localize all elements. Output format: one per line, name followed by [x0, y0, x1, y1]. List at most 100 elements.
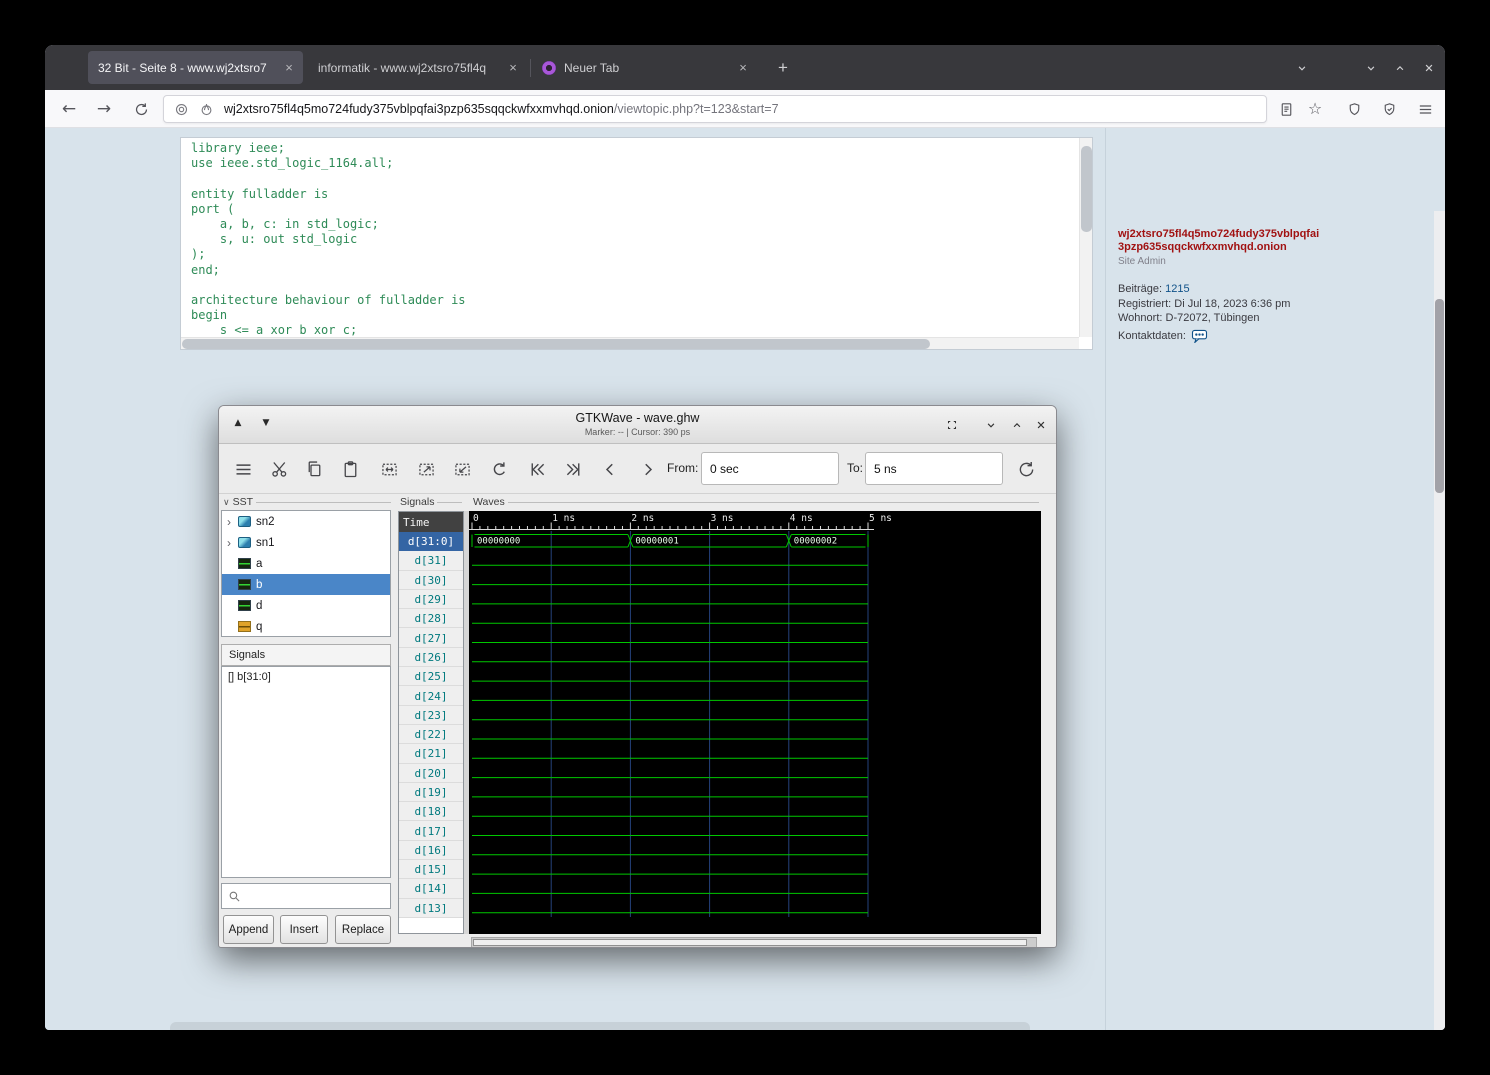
copy-icon[interactable] [300, 456, 328, 482]
signal-row[interactable]: d[22] [399, 725, 463, 744]
scrollbar-thumb[interactable] [473, 939, 1027, 946]
sst-search-box[interactable] [221, 883, 391, 909]
window-maximize-icon[interactable] [1389, 57, 1411, 79]
signal-row[interactable]: d[21] [399, 744, 463, 763]
shift-right-icon[interactable] [633, 456, 661, 482]
signal-row[interactable]: d[23] [399, 706, 463, 725]
window-minimize-icon[interactable] [979, 413, 1003, 437]
select-all-link[interactable]: ALLES AUSWÄHLEN [216, 128, 316, 130]
collapse-chevron-icon[interactable]: ∨ [223, 497, 230, 508]
from-input[interactable] [701, 452, 839, 485]
tab-close-icon[interactable]: × [735, 60, 751, 75]
signal-row[interactable]: d[16] [399, 841, 463, 860]
tab-3[interactable]: Neuer Tab × [532, 51, 757, 84]
posts-count-link[interactable]: 1215 [1165, 283, 1189, 295]
append-button[interactable]: Append [223, 915, 274, 944]
scrollbar-thumb[interactable] [182, 339, 930, 349]
scrollbar-thumb[interactable] [1081, 146, 1092, 232]
page-scrollbar[interactable] [1434, 211, 1445, 1030]
cut-icon[interactable] [265, 456, 293, 482]
code-horizontal-scrollbar[interactable] [181, 337, 1079, 349]
insert-button[interactable]: Insert [280, 915, 328, 944]
shift-left-icon[interactable] [596, 456, 624, 482]
zoom-fit-icon[interactable] [375, 456, 403, 482]
signal-row[interactable]: d[14] [399, 879, 463, 898]
window-maximize-icon[interactable] [1005, 413, 1029, 437]
code-block: library ieee; use ieee.std_logic_1164.al… [191, 141, 1076, 336]
window-close-icon[interactable] [1029, 413, 1053, 437]
tab-title: informatik - www.wj2xtsro75fl4q [318, 61, 501, 75]
sst-tree-item-a[interactable]: a [222, 553, 390, 574]
menu-icon[interactable] [1411, 95, 1439, 123]
signal-row-bus[interactable]: d[31:0] [399, 532, 463, 551]
fetch-end-icon[interactable] [559, 456, 587, 482]
signal-row[interactable]: d[25] [399, 667, 463, 686]
poster-name[interactable]: wj2xtsro75fl4q5mo724fudy375vblpqfai3pzp6… [1118, 228, 1338, 253]
sst-search-input[interactable] [245, 890, 375, 902]
gtkwave-titlebar[interactable]: ▲ ▼ GTKWave - wave.ghw Marker: -- | Curs… [219, 406, 1056, 444]
onion-icon[interactable] [199, 102, 214, 117]
sst-signal-item[interactable]: [] b[31:0] [222, 667, 390, 683]
tab-close-icon[interactable]: × [281, 60, 297, 75]
sst-tree-item-d[interactable]: d [222, 595, 390, 616]
tree-item-label: b [256, 579, 262, 591]
zoom-undo-icon[interactable] [485, 456, 513, 482]
waves-canvas[interactable]: 01 ns2 ns3 ns4 ns5 ns0000000000000001000… [469, 511, 1041, 934]
signal-row[interactable]: d[30] [399, 571, 463, 590]
signal-row[interactable]: d[27] [399, 628, 463, 647]
expander-icon[interactable]: › [227, 516, 238, 528]
contact-row: Kontaktdaten: [1118, 329, 1338, 343]
new-tab-button[interactable]: + [772, 57, 794, 79]
reload-icon[interactable] [1012, 456, 1040, 482]
signal-row[interactable]: d[28] [399, 609, 463, 628]
signal-row[interactable]: d[13] [399, 899, 463, 918]
reload-icon[interactable] [127, 95, 155, 123]
signal-row[interactable]: d[29] [399, 590, 463, 609]
tree-item-label: d [256, 600, 262, 612]
replace-button[interactable]: Replace [335, 915, 391, 944]
tab-2[interactable]: informatik - www.wj2xtsro75fl4q × [308, 51, 527, 84]
signal-row[interactable]: d[19] [399, 783, 463, 802]
signal-row[interactable]: d[24] [399, 686, 463, 705]
message-bubble-icon[interactable] [1191, 329, 1208, 343]
sst-tree-item-q[interactable]: q [222, 616, 390, 637]
code-box: library ieee; use ieee.std_logic_1164.al… [180, 137, 1093, 350]
sst-tree-item-b[interactable]: b [222, 574, 390, 595]
tab-title: 32 Bit - Seite 8 - www.wj2xtsro7 [98, 61, 277, 75]
expander-icon[interactable]: › [227, 537, 238, 549]
tab-title: Neuer Tab [564, 61, 731, 75]
zoom-out-icon[interactable] [448, 456, 476, 482]
tab-list-chevron-icon[interactable] [1291, 57, 1313, 79]
shield-icon[interactable] [1340, 95, 1368, 123]
code-label: CODE: [181, 128, 213, 130]
signal-icon [238, 558, 251, 569]
signal-row[interactable]: d[31] [399, 551, 463, 570]
window-close-icon[interactable] [1418, 57, 1440, 79]
tab-1[interactable]: 32 Bit - Seite 8 - www.wj2xtsro7 × [88, 51, 303, 84]
signal-row[interactable]: d[17] [399, 821, 463, 840]
sst-tree-item-sn1[interactable]: ›sn1 [222, 532, 390, 553]
reader-mode-icon[interactable] [1272, 95, 1300, 123]
paste-icon[interactable] [336, 456, 364, 482]
forward-icon[interactable]: → [90, 95, 118, 123]
signal-row[interactable]: d[26] [399, 648, 463, 667]
tab-close-icon[interactable]: × [505, 60, 521, 75]
fullscreen-icon[interactable] [940, 413, 964, 437]
circuit-icon[interactable] [174, 102, 189, 117]
back-icon[interactable]: ← [55, 95, 83, 123]
fetch-start-icon[interactable] [523, 456, 551, 482]
menu-icon[interactable] [229, 456, 257, 482]
code-vertical-scrollbar[interactable] [1079, 138, 1092, 337]
scrollbar-thumb[interactable] [1435, 299, 1444, 493]
to-input[interactable] [865, 452, 1003, 485]
url-bar[interactable]: wj2xtsro75fl4q5mo724fudy375vblpqfai3pzp6… [163, 95, 1267, 123]
sst-tree-item-sn2[interactable]: ›sn2 [222, 511, 390, 532]
signal-row[interactable]: d[15] [399, 860, 463, 879]
signal-row[interactable]: d[20] [399, 764, 463, 783]
bookmark-star-icon[interactable]: ☆ [1301, 95, 1329, 123]
waves-hscrollbar[interactable] [471, 937, 1037, 948]
window-minimize-icon[interactable] [1360, 57, 1382, 79]
signal-row[interactable]: d[18] [399, 802, 463, 821]
zoom-in-icon[interactable] [412, 456, 440, 482]
shield-check-icon[interactable] [1375, 95, 1403, 123]
